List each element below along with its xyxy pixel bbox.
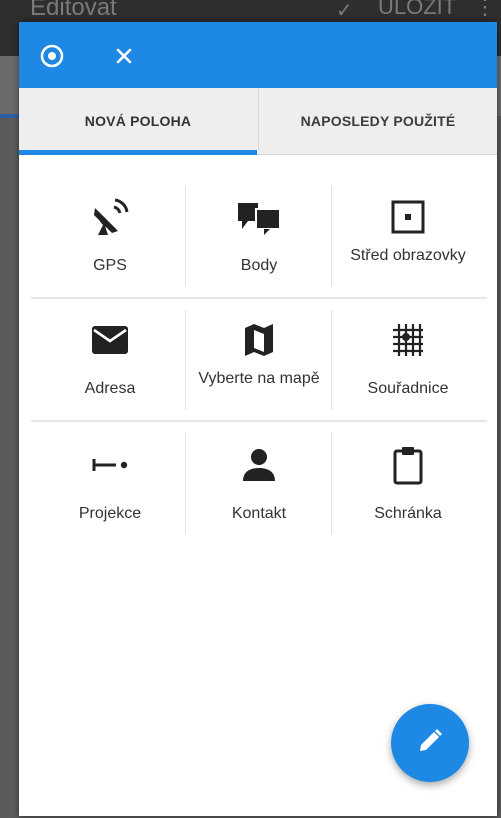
option-gps[interactable]: GPS xyxy=(35,176,185,294)
option-points[interactable]: Body xyxy=(184,176,334,294)
grid-coordinates-icon xyxy=(333,317,483,363)
edit-fab-button[interactable] xyxy=(391,704,469,782)
background-indicator xyxy=(0,114,20,118)
pencil-icon xyxy=(417,728,443,759)
screen-center-icon xyxy=(333,194,483,240)
dialog-header xyxy=(19,22,497,88)
location-dialog: NOVÁ POLOHA NAPOSLEDY POUŽITÉ GPS Body S… xyxy=(19,22,497,816)
map-icon xyxy=(184,317,334,363)
option-label: Vyberte na mapě xyxy=(198,370,320,387)
option-coordinates[interactable]: Souřadnice xyxy=(333,299,483,417)
satellite-dish-icon xyxy=(35,194,185,240)
option-clipboard[interactable]: Schránka xyxy=(333,424,483,542)
tab-indicator xyxy=(19,150,257,155)
divider xyxy=(31,420,487,422)
option-label: Body xyxy=(240,257,278,274)
option-label: Projekce xyxy=(78,505,142,522)
option-pick-on-map[interactable]: Vyberte na mapě xyxy=(184,299,334,417)
close-icon[interactable] xyxy=(107,39,141,73)
option-projection[interactable]: Projekce xyxy=(35,424,185,542)
check-icon: ✓ xyxy=(336,0,353,22)
points-icon xyxy=(184,194,334,240)
background-save-label: ULOŽIT xyxy=(378,0,457,19)
background-title: Editovat xyxy=(30,0,117,21)
option-label: Kontakt xyxy=(231,505,287,522)
option-label: Souřadnice xyxy=(367,380,449,397)
envelope-icon xyxy=(35,317,185,363)
projection-icon xyxy=(35,442,185,488)
more-vert-icon: ⋮ xyxy=(474,0,496,19)
option-label: Střed obrazovky xyxy=(350,247,466,264)
tab-recently-used[interactable]: NAPOSLEDY POUŽITÉ xyxy=(259,88,497,154)
target-icon[interactable] xyxy=(35,39,69,73)
option-label: GPS xyxy=(93,257,127,274)
option-label: Adresa xyxy=(84,380,136,397)
clipboard-icon xyxy=(333,442,483,488)
person-icon xyxy=(184,442,334,488)
option-address[interactable]: Adresa xyxy=(35,299,185,417)
option-screen-center[interactable]: Střed obrazovky xyxy=(333,176,483,294)
tab-bar: NOVÁ POLOHA NAPOSLEDY POUŽITÉ xyxy=(19,88,497,155)
tab-new-location[interactable]: NOVÁ POLOHA xyxy=(19,88,257,154)
option-contact[interactable]: Kontakt xyxy=(184,424,334,542)
option-label: Schránka xyxy=(374,505,442,522)
